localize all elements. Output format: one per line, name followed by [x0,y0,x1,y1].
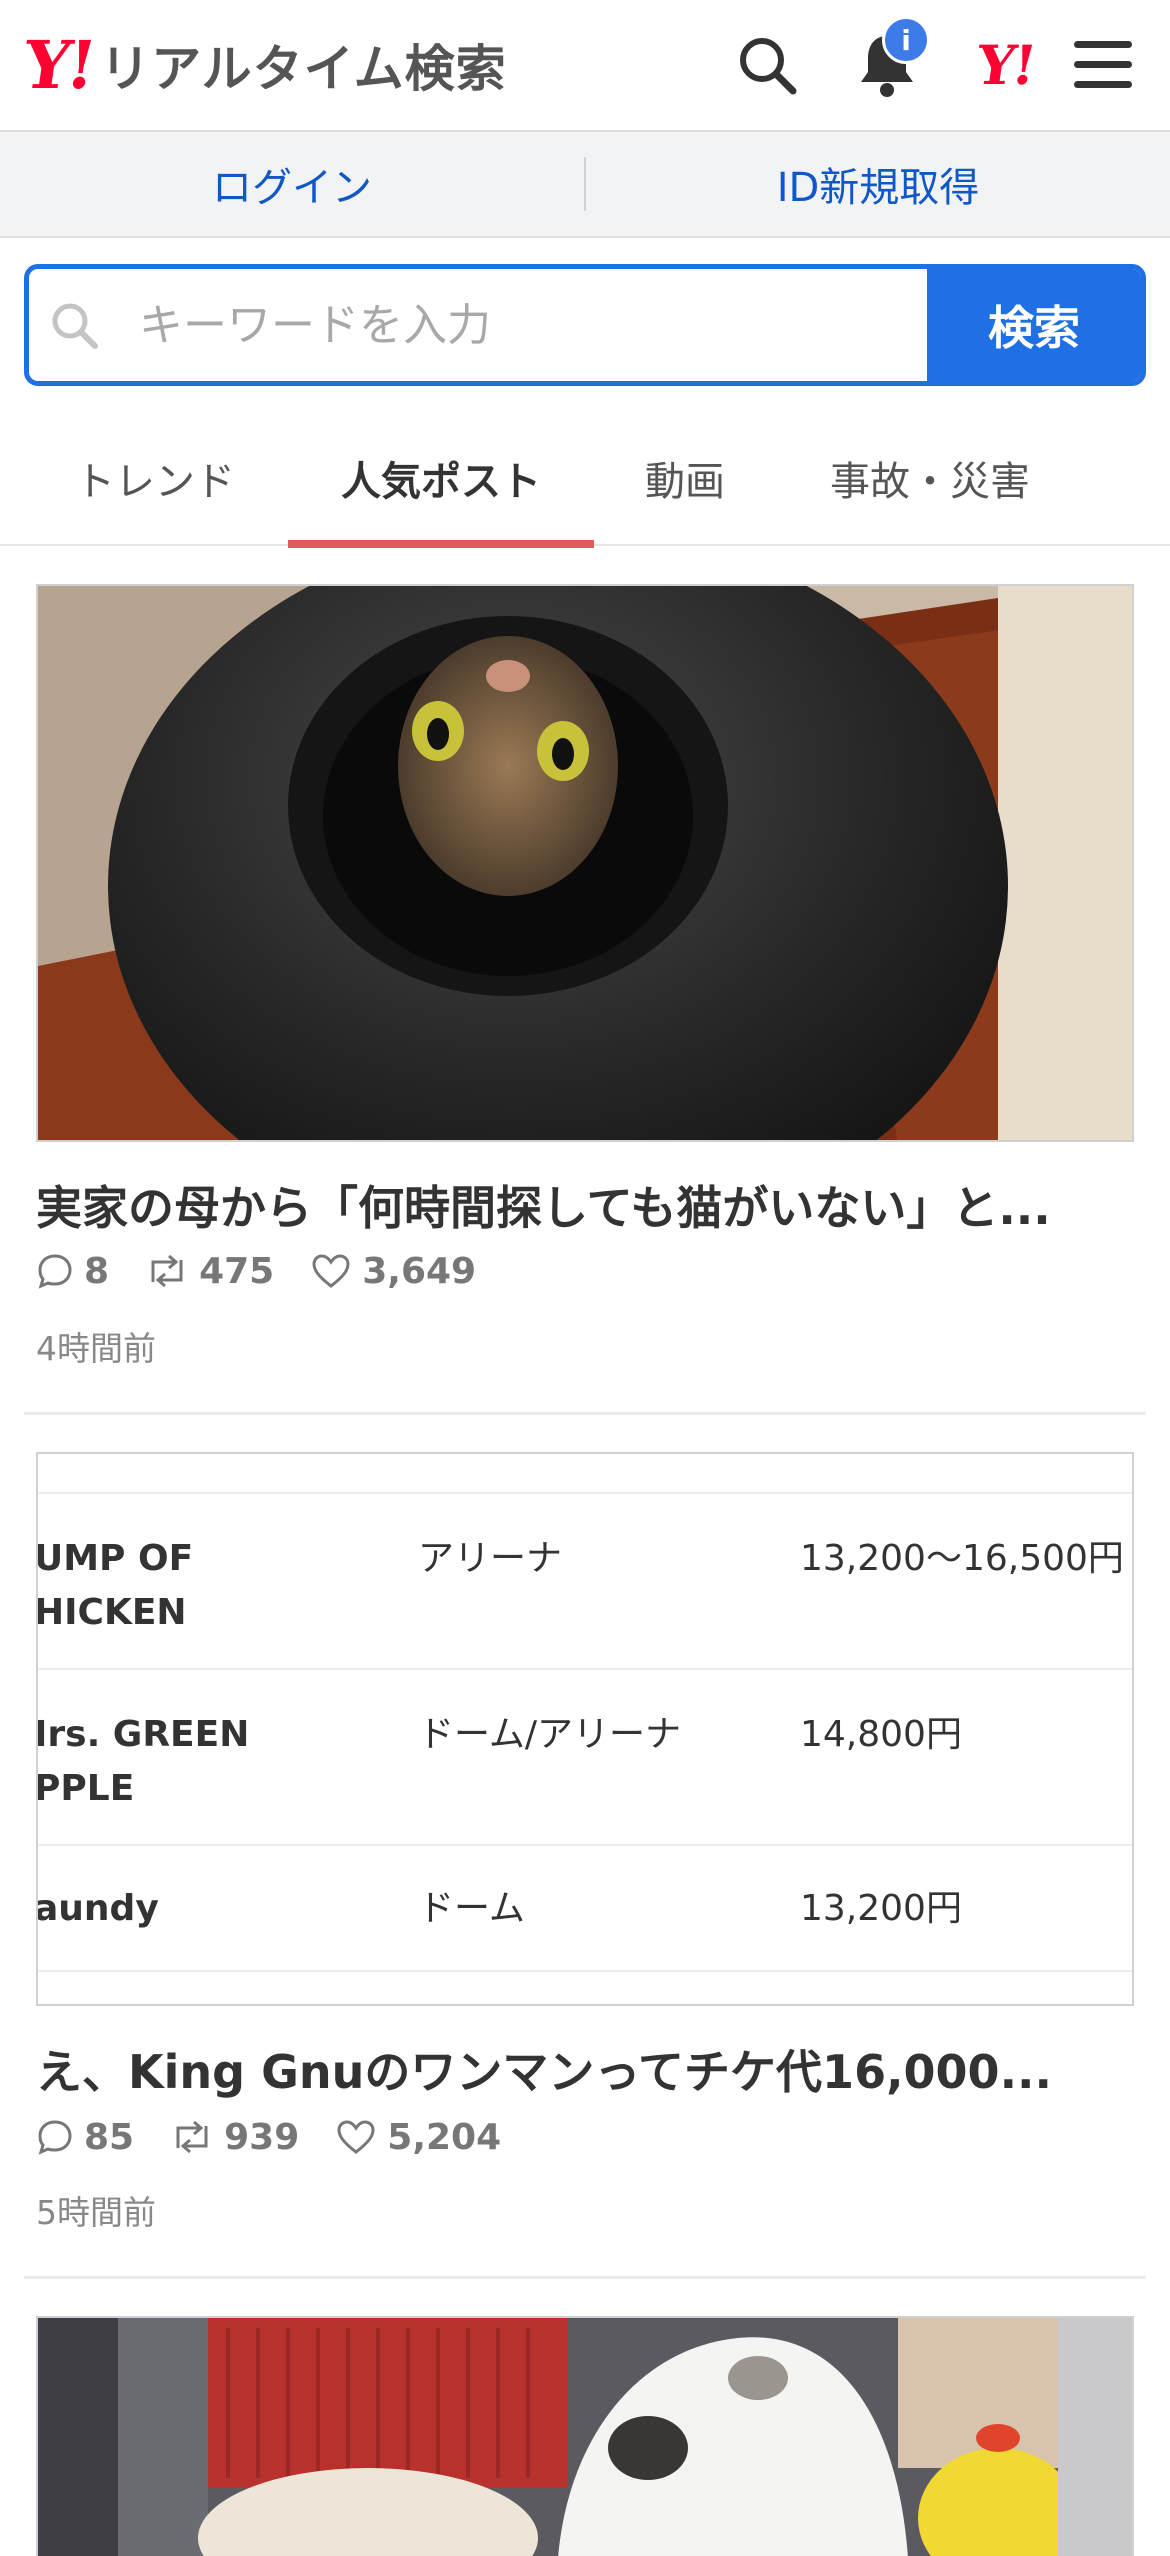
like-count-value: 3,649 [362,1250,477,1292]
repost-count-value: 475 [199,1250,275,1292]
cat-in-drawer-photo [38,2318,1132,2556]
tab-trend[interactable]: トレンド [40,410,270,546]
post-image-cat-in-pot[interactable] [36,584,1134,1142]
tab-accident-disaster[interactable]: 事故・災害 [790,410,1070,546]
tab-video[interactable]: 動画 [610,410,760,546]
table-cell-price: 13,200円 [800,1888,962,1929]
search-button[interactable]: 検索 [927,269,1141,381]
hamburger-menu-icon [1074,41,1132,88]
table-cell-artist: Irs. GREEN PPLE [36,1714,250,1809]
post-card[interactable]: 実家の母から「何時間探しても猫がいない」と... 8 475 3,649 4時間… [36,584,1134,1384]
app-header: Y! リアルタイム検索 i Y! [0,0,1170,132]
search-box: 検索 [24,264,1146,386]
tab-popular-posts[interactable]: 人気ポスト [288,410,594,548]
notification-badge: i [882,16,930,64]
table-cell-price: 14,800円 [800,1714,962,1755]
repost-count-value: 939 [224,2116,300,2158]
search-icon [52,303,98,349]
like-count[interactable]: 5,204 [335,2117,501,2158]
heart-icon [312,1254,350,1288]
post-timestamp: 5時間前 [36,2193,156,2232]
reply-count[interactable]: 8 [36,1251,109,1292]
login-link[interactable]: ログイン [0,155,584,213]
reply-icon [38,1254,72,1289]
post-divider [24,1412,1146,1415]
reply-count-value: 8 [84,1250,110,1292]
yahoo-japan-icon: Y! [972,33,1038,97]
table-row: Irs. GREEN PPLE ドーム/アリーナ 14,800円 [38,1668,1132,1846]
post-card[interactable]: UMP OF HICKEN アリーナ 13,200～16,500円 Irs. G… [36,1452,1134,2252]
category-tabs: トレンド 人気ポスト 動画 事故・災害 [0,410,1170,548]
post-card[interactable] [36,2316,1134,2556]
post-stats: 85 939 5,204 [36,2112,537,2162]
post-title[interactable]: え、King Gnuのワンマンってチケ代16,000... [36,2036,1134,2102]
like-count[interactable]: 3,649 [310,1251,476,1292]
post-image-ticket-table[interactable]: UMP OF HICKEN アリーナ 13,200～16,500円 Irs. G… [36,1452,1134,2006]
post-timestamp: 4時間前 [36,1329,156,1368]
register-link[interactable]: ID新規取得 [586,155,1170,213]
yahoo-logo-mark: Y! [18,26,98,104]
repost-count[interactable]: 939 [170,2117,299,2158]
like-count-value: 5,204 [387,2116,502,2158]
search-field-icon-wrap [29,269,119,381]
table-cell-venue: アリーナ [418,1538,563,1579]
yahoo-realtime-logo[interactable]: Y! リアルタイム検索 [19,26,507,104]
app-title: リアルタイム検索 [100,40,507,98]
table-row: UMP OF HICKEN アリーナ 13,200～16,500円 [38,1492,1132,1670]
heart-icon [337,2120,375,2154]
repost-count[interactable]: 475 [145,1251,274,1292]
post-stats: 8 475 3,649 [36,1246,512,1296]
reply-icon [38,2120,72,2155]
repost-icon [176,2120,208,2154]
post-divider [24,2276,1146,2279]
menu-button[interactable] [1060,22,1146,108]
reply-count-value: 85 [84,2116,135,2158]
notification-button[interactable]: i [844,16,930,108]
table-cell-artist: UMP OF HICKEN [36,1538,194,1633]
search-icon-button[interactable] [724,22,810,108]
post-image-cat-in-drawer[interactable] [36,2316,1134,2556]
login-bar: ログイン ID新規取得 [0,132,1170,238]
table-cell-venue: ドーム [418,1888,525,1929]
cat-in-pot-photo [38,586,1132,1140]
reply-count[interactable]: 85 [36,2117,134,2158]
table-cell-artist: aundy [36,1888,159,1929]
ticket-price-table: UMP OF HICKEN アリーナ 13,200～16,500円 Irs. G… [38,1454,1132,2004]
table-cell-price: 13,200～16,500円 [800,1538,1124,1579]
table-row: aundy ドーム 13,200円 [38,1844,1132,1972]
yahoo-japan-home-button[interactable]: Y! [962,22,1048,108]
search-icon [740,38,797,95]
search-input[interactable] [119,269,927,381]
repost-icon [151,1254,183,1288]
table-cell-venue: ドーム/アリーナ [418,1714,682,1755]
post-title[interactable]: 実家の母から「何時間探しても猫がいない」と... [36,1172,1134,1238]
